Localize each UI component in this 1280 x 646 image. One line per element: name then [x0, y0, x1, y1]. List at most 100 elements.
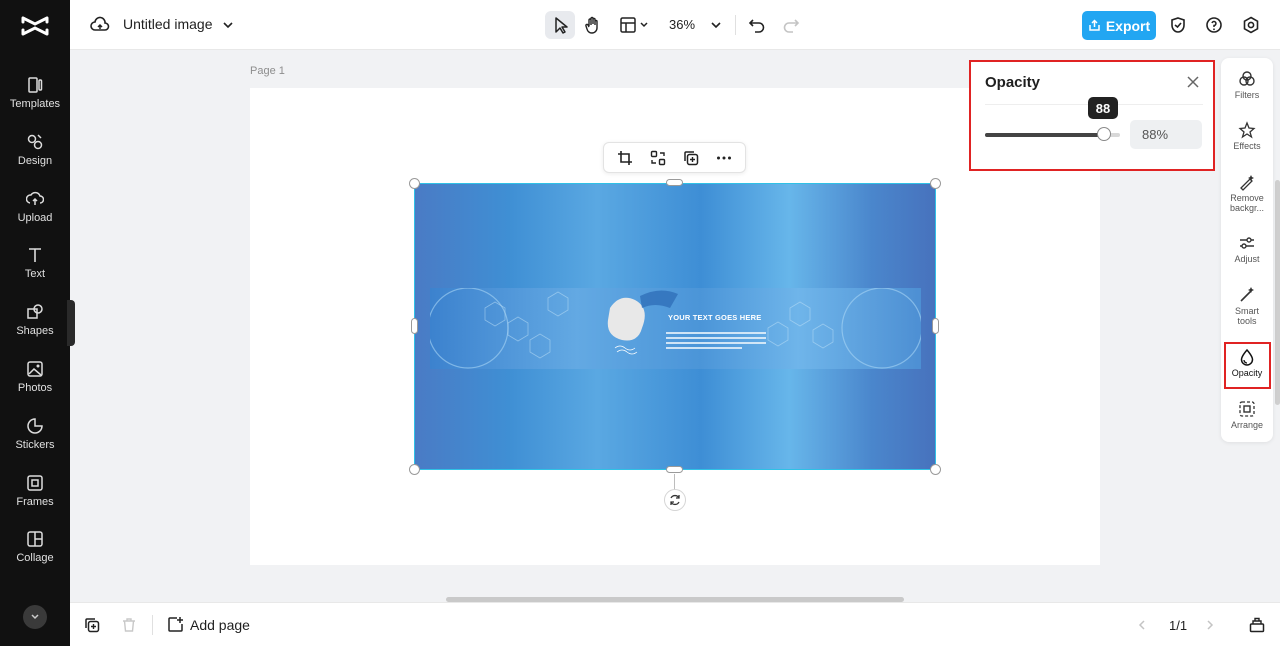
resize-handle-left[interactable]	[411, 318, 418, 334]
crop-button[interactable]	[616, 149, 634, 167]
export-button[interactable]: Export	[1082, 11, 1156, 40]
zoom-dropdown-button[interactable]	[708, 17, 724, 33]
tool-filters[interactable]: Filters	[1221, 70, 1273, 100]
duplicate-page-button[interactable]	[83, 616, 101, 634]
hand-tool-button[interactable]	[582, 14, 604, 36]
chevron-down-icon	[711, 22, 721, 29]
cursor-icon	[555, 17, 568, 34]
export-icon	[1089, 19, 1100, 31]
sidebar-item-frames[interactable]: Frames	[0, 474, 70, 528]
resize-handle-top-left[interactable]	[409, 178, 420, 189]
delete-page-button[interactable]	[120, 616, 138, 634]
redo-button[interactable]	[781, 15, 801, 35]
slider-thumb[interactable]	[1096, 127, 1111, 141]
opacity-value-input[interactable]	[1130, 120, 1202, 149]
chevron-down-icon[interactable]	[220, 17, 236, 33]
tool-label: Remove backgr...	[1229, 193, 1265, 213]
help-icon	[1206, 17, 1222, 33]
page-label: Page 1	[250, 65, 285, 77]
next-page-button[interactable]	[1202, 617, 1218, 633]
filters-icon	[1239, 71, 1255, 86]
tool-adjust[interactable]: Adjust	[1221, 234, 1273, 264]
tool-label: Smart tools	[1234, 306, 1259, 326]
capcut-logo-icon[interactable]	[19, 12, 51, 40]
photos-icon	[27, 361, 43, 377]
close-button[interactable]	[1185, 74, 1201, 90]
sidebar-item-label: Shapes	[16, 325, 54, 337]
sidebar-item-label: Stickers	[15, 439, 55, 451]
floating-toolbar	[603, 142, 746, 173]
rotate-connector	[674, 474, 675, 490]
tool-effects[interactable]: Effects	[1221, 121, 1273, 151]
resize-handle-bottom-left[interactable]	[409, 464, 420, 475]
shield-button[interactable]	[1168, 15, 1188, 35]
frames-icon	[27, 475, 43, 491]
opacity-panel: Opacity 88	[969, 60, 1215, 171]
undo-icon	[748, 19, 765, 33]
resize-handle-top-right[interactable]	[930, 178, 941, 189]
add-page-button[interactable]: Add page	[167, 616, 250, 633]
previous-page-button[interactable]	[1134, 617, 1150, 633]
rotate-handle[interactable]	[664, 489, 686, 511]
top-toolbar: Untitled image 36% Export	[70, 0, 1280, 50]
slider-fill	[985, 133, 1104, 137]
upload-icon	[26, 191, 44, 205]
sidebar-item-shapes[interactable]: Shapes	[0, 303, 70, 357]
design-icon	[27, 134, 43, 150]
layout-menu-button[interactable]	[618, 14, 654, 36]
rotate-icon	[670, 494, 680, 506]
more-horizontal-icon	[717, 156, 731, 160]
sidebar-item-label: Upload	[17, 212, 53, 224]
export-label: Export	[1105, 17, 1151, 34]
effects-icon	[1238, 121, 1256, 139]
tool-label: Filters	[1234, 90, 1260, 100]
sidebar-item-upload[interactable]: Upload	[0, 190, 70, 244]
text-icon	[29, 248, 41, 262]
sidebar-item-label: Templates	[9, 98, 61, 110]
crop-icon	[618, 151, 632, 165]
gear-icon	[1243, 16, 1259, 34]
smart-tools-icon	[1240, 287, 1254, 302]
layout-icon	[620, 17, 648, 33]
sidebar-item-label: Collage	[16, 552, 54, 564]
sidebar-item-label: Design	[17, 155, 53, 167]
tool-label: Adjust	[1234, 254, 1260, 264]
resize-handle-right[interactable]	[932, 318, 939, 334]
sidebar-more-button[interactable]	[23, 605, 47, 629]
settings-button[interactable]	[1241, 15, 1261, 35]
templates-icon	[28, 77, 43, 93]
sidebar-item-text[interactable]: Text	[0, 246, 70, 300]
pages-panel-button[interactable]	[1248, 616, 1266, 634]
zoom-level[interactable]: 36%	[669, 17, 695, 32]
undo-button[interactable]	[747, 15, 767, 35]
resize-handle-bottom[interactable]	[666, 466, 683, 473]
sidebar-item-photos[interactable]: Photos	[0, 360, 70, 414]
divider	[735, 15, 736, 35]
tool-remove-background[interactable]: Remove backgr...	[1221, 173, 1273, 213]
sidebar-item-templates[interactable]: Templates	[0, 76, 70, 130]
sidebar-item-collage[interactable]: Collage	[0, 530, 70, 584]
sidebar-item-label: Photos	[17, 382, 53, 394]
tool-smart-tools[interactable]: Smart tools	[1221, 286, 1273, 326]
close-icon	[1187, 76, 1199, 88]
sidebar-collapse-handle[interactable]	[67, 300, 75, 346]
left-sidebar: Templates Design Upload Text Shapes Phot…	[0, 0, 75, 646]
vertical-scrollbar[interactable]	[1275, 180, 1280, 405]
adjust-icon	[1240, 237, 1254, 249]
select-tool-button[interactable]	[545, 11, 575, 39]
sidebar-item-design[interactable]: Design	[0, 133, 70, 187]
tool-label: Effects	[1233, 141, 1261, 151]
sidebar-item-stickers[interactable]: Stickers	[0, 417, 70, 471]
help-button[interactable]	[1204, 15, 1224, 35]
tool-label: Arrange	[1230, 420, 1264, 430]
tool-arrange[interactable]: Arrange	[1221, 400, 1273, 430]
banner-image	[430, 288, 921, 369]
replace-button[interactable]	[649, 149, 667, 167]
duplicate-button[interactable]	[682, 149, 700, 167]
document-title[interactable]: Untitled image	[123, 16, 213, 32]
cloud-save-icon[interactable]	[90, 15, 110, 35]
resize-handle-bottom-right[interactable]	[930, 464, 941, 475]
resize-handle-top[interactable]	[666, 179, 683, 186]
more-options-button[interactable]	[715, 149, 733, 167]
duplicate-page-icon	[85, 618, 100, 633]
